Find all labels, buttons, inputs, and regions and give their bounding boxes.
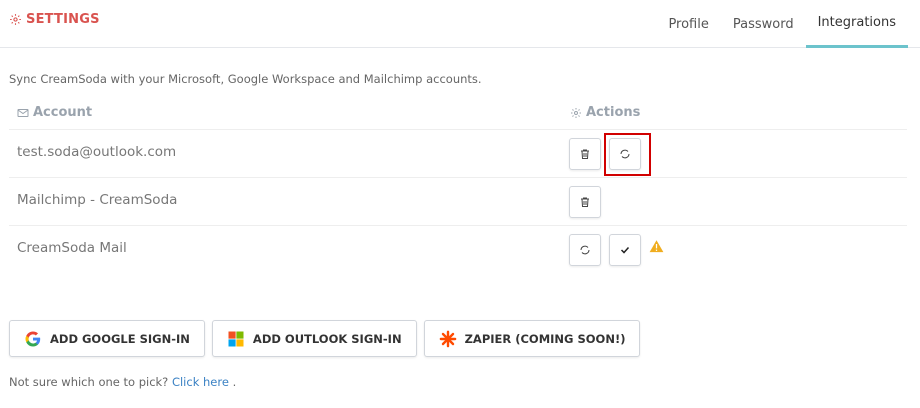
highlight-box: [604, 133, 651, 176]
table-header: Account Actions: [9, 98, 907, 130]
zapier-icon: [439, 330, 456, 347]
warning-icon: [649, 240, 664, 253]
help-text: Not sure which one to pick? Click here .: [9, 375, 237, 389]
trash-icon: [581, 149, 589, 159]
table-row: CreamSoda Mail: [9, 226, 907, 274]
add-google-sign-in-button[interactable]: ADD GOOGLE SIGN-IN: [9, 320, 205, 357]
sync-icon: [580, 245, 590, 255]
add-outlook-sign-in-button[interactable]: ADD OUTLOOK SIGN-IN: [211, 320, 417, 357]
gear-icon: [571, 107, 581, 118]
table-row: Mailchimp - CreamSoda: [9, 178, 907, 226]
account-name: Mailchimp - CreamSoda: [17, 192, 178, 208]
delete-account-button[interactable]: [569, 186, 601, 218]
table-row: test.soda@outlook.com: [9, 130, 907, 178]
settings-tabs: Profile Password Integrations: [656, 0, 908, 48]
tab-password[interactable]: Password: [721, 0, 806, 48]
settings-title: SETTINGS: [9, 12, 100, 27]
envelope-icon: [17, 108, 29, 117]
tab-integrations[interactable]: Integrations: [805, 0, 908, 48]
gear-icon: [10, 14, 21, 25]
column-header-actions: Actions: [570, 105, 640, 120]
confirm-account-button[interactable]: [609, 234, 641, 266]
tab-profile[interactable]: Profile: [656, 0, 720, 48]
sync-account-button[interactable]: [569, 234, 601, 266]
click-here-link[interactable]: Click here: [172, 375, 229, 389]
account-name: test.soda@outlook.com: [17, 144, 177, 160]
column-header-account: Account: [17, 105, 92, 120]
microsoft-icon: [228, 331, 244, 346]
zapier-button[interactable]: ZAPIER (COMING SOON!): [423, 320, 641, 357]
settings-header: SETTINGS Profile Password Integrations: [0, 0, 920, 48]
integrations-description: Sync CreamSoda with your Microsoft, Goog…: [9, 72, 482, 86]
account-name: CreamSoda Mail: [17, 240, 127, 256]
delete-account-button[interactable]: [569, 138, 601, 170]
check-icon: [620, 246, 630, 254]
add-integration-buttons: ADD GOOGLE SIGN-IN ADD OUTLOOK SIGN-IN Z…: [9, 320, 641, 357]
google-icon: [25, 330, 41, 346]
trash-icon: [581, 197, 589, 207]
